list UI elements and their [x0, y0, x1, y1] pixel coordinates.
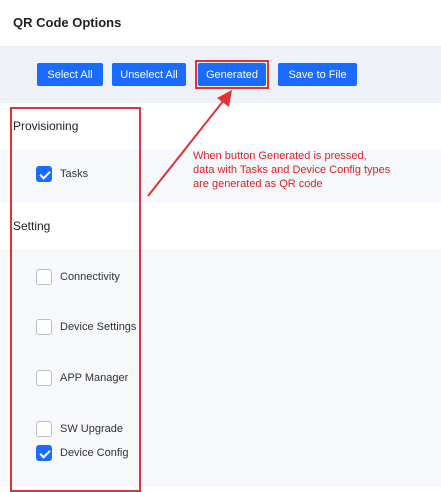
annotation-line: are generated as QR code: [193, 178, 323, 190]
annotation-text: When button Generated is pressed, data w…: [193, 149, 390, 191]
annotation-line: data with Tasks and Device Config types: [193, 164, 391, 176]
annotation-arrow: [147, 90, 232, 197]
annotation-line: When button Generated is pressed,: [193, 150, 367, 162]
